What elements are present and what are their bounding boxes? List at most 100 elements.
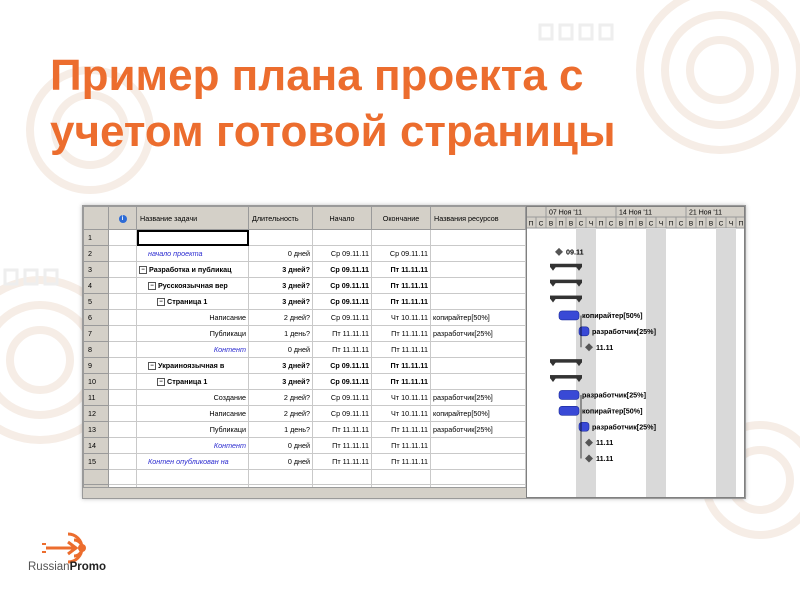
cell-finish[interactable]: Пт 11.11.11	[371, 341, 431, 358]
cell-name[interactable]: начало проекта	[136, 245, 249, 262]
cell-info[interactable]	[108, 389, 137, 406]
table-row[interactable]: 15 Контен опубликован на 0 дней Пт 11.11.11…	[83, 453, 526, 470]
cell-start[interactable]: Ср 09.11.11	[312, 373, 372, 390]
cell-resources[interactable]: копирайтер[50%]	[430, 405, 526, 422]
table-row[interactable]: 2 начало проекта 0 дней Ср 09.11.11 Ср 09.11…	[83, 245, 526, 262]
cell-finish[interactable]: Пт 11.11.11	[371, 277, 431, 294]
cell-resources[interactable]: разработчик[25%]	[430, 325, 526, 342]
cell-resources[interactable]	[430, 341, 526, 358]
cell-duration[interactable]: 3 дней?	[248, 277, 313, 294]
cell-id[interactable]: 1	[83, 229, 109, 246]
cell-id[interactable]: 13	[83, 421, 109, 438]
table-row[interactable]: 3− Разработка и публикац 3 дней? Ср 09.11.1…	[83, 261, 526, 278]
cell-duration[interactable]: 0 дней	[248, 245, 313, 262]
cell-duration[interactable]: 2 дней?	[248, 309, 313, 326]
cell-duration[interactable]: 0 дней	[248, 453, 313, 470]
cell-name[interactable]: − Страница 1	[136, 373, 249, 390]
cell-id[interactable]: 8	[83, 341, 109, 358]
cell-id[interactable]: 4	[83, 277, 109, 294]
cell-id[interactable]: 14	[83, 437, 109, 454]
cell-resources[interactable]	[430, 293, 526, 310]
table-row[interactable]: 14 Контент 0 дней Пт 11.11.11 Пт 11.11.11	[83, 437, 526, 454]
cell-duration[interactable]: 0 дней	[248, 437, 313, 454]
cell-id[interactable]: 6	[83, 309, 109, 326]
table-row[interactable]: 6 Написание 2 дней? Ср 09.11.11 Чт 10.11.11 к…	[83, 309, 526, 326]
cell-resources[interactable]	[430, 245, 526, 262]
table-row[interactable]: 1	[83, 229, 526, 246]
cell-info[interactable]	[108, 293, 137, 310]
cell-id[interactable]: 10	[83, 373, 109, 390]
cell-name[interactable]: − Русскоязычная вер	[136, 277, 249, 294]
cell-start[interactable]: Пт 11.11.11	[312, 325, 372, 342]
cell-finish[interactable]: Ср 09.11.11	[371, 245, 431, 262]
cell-start[interactable]: Пт 11.11.11	[312, 421, 372, 438]
cell-finish[interactable]: Пт 11.11.11	[371, 421, 431, 438]
cell-finish[interactable]: Пт 11.11.11	[371, 261, 431, 278]
table-row[interactable]: 12 Написание 2 дней? Ср 09.11.11 Чт 10.11.11…	[83, 405, 526, 422]
cell-resources[interactable]	[430, 373, 526, 390]
cell-info[interactable]	[108, 229, 137, 246]
cell-info[interactable]	[108, 405, 137, 422]
cell-id[interactable]: 12	[83, 405, 109, 422]
collapse-toggle-icon[interactable]: −	[148, 361, 156, 370]
cell-name[interactable]: Публикаци	[136, 325, 249, 342]
cell-duration[interactable]	[248, 229, 313, 246]
cell-name[interactable]: Публикаци	[136, 421, 249, 438]
cell-finish[interactable]: Пт 11.11.11	[371, 293, 431, 310]
cell-start[interactable]: Ср 09.11.11	[312, 277, 372, 294]
cell-resources[interactable]	[430, 437, 526, 454]
cell-start[interactable]: Ср 09.11.11	[312, 245, 372, 262]
collapse-toggle-icon[interactable]: −	[157, 297, 165, 306]
cell-info[interactable]	[108, 277, 137, 294]
cell-info[interactable]	[108, 357, 137, 374]
cell-id[interactable]: 2	[83, 245, 109, 262]
table-row[interactable]: 7 Публикаци 1 день? Пт 11.11.11 Пт 11.11.11 р…	[83, 325, 526, 342]
cell-resources[interactable]: копирайтер[50%]	[430, 309, 526, 326]
cell-start[interactable]: Пт 11.11.11	[312, 453, 372, 470]
col-header-resources[interactable]: Названия ресурсов	[430, 206, 526, 230]
cell-info[interactable]	[108, 341, 137, 358]
cell-start[interactable]	[312, 229, 372, 246]
cell-finish[interactable]: Чт 10.11.11	[371, 389, 431, 406]
col-header-duration[interactable]: Длительность	[248, 206, 313, 230]
cell-id[interactable]: 3	[83, 261, 109, 278]
table-row[interactable]: 13 Публикаци 1 день? Пт 11.11.11 Пт 11.11.11…	[83, 421, 526, 438]
cell-name[interactable]: Создание	[136, 389, 249, 406]
cell-finish[interactable]: Пт 11.11.11	[371, 373, 431, 390]
cell-duration[interactable]: 3 дней?	[248, 357, 313, 374]
cell-start[interactable]: Ср 09.11.11	[312, 357, 372, 374]
col-header-finish[interactable]: Окончание	[371, 206, 431, 230]
cell-finish[interactable]: Пт 11.11.11	[371, 325, 431, 342]
table-row[interactable]: 8 Контент 0 дней Пт 11.11.11 Пт 11.11.11	[83, 341, 526, 358]
cell-name[interactable]: − Разработка и публикац	[136, 261, 249, 278]
cell-id[interactable]: 7	[83, 325, 109, 342]
cell-finish[interactable]: Пт 11.11.11	[371, 437, 431, 454]
table-row[interactable]: 5 − Страница 13 дней? Ср 09.11.11 Пт 11.11.1…	[83, 293, 526, 310]
cell-start[interactable]: Пт 11.11.11	[312, 341, 372, 358]
cell-id[interactable]: 5	[83, 293, 109, 310]
cell-info[interactable]	[108, 245, 137, 262]
cell-name[interactable]: − Украиноязычная в	[136, 357, 249, 374]
cell-info[interactable]	[108, 453, 137, 470]
cell-finish[interactable]	[371, 229, 431, 246]
cell-start[interactable]: Ср 09.11.11	[312, 389, 372, 406]
cell-info[interactable]	[108, 325, 137, 342]
cell-resources[interactable]	[430, 261, 526, 278]
cell-id[interactable]: 11	[83, 389, 109, 406]
cell-resources[interactable]	[430, 357, 526, 374]
cell-name[interactable]: Контент	[136, 437, 249, 454]
cell-finish[interactable]: Чт 10.11.11	[371, 405, 431, 422]
cell-name[interactable]: − Страница 1	[136, 293, 249, 310]
cell-info[interactable]	[108, 309, 137, 326]
cell-name[interactable]: Контен опубликован на	[136, 453, 249, 470]
cell-info[interactable]	[108, 373, 137, 390]
cell-start[interactable]: Ср 09.11.11	[312, 309, 372, 326]
col-header-info[interactable]: i	[108, 206, 137, 230]
cell-info[interactable]	[108, 261, 137, 278]
cell-duration[interactable]: 1 день?	[248, 325, 313, 342]
col-header-id[interactable]	[83, 206, 109, 230]
cell-duration[interactable]: 3 дней?	[248, 293, 313, 310]
cell-resources[interactable]	[430, 277, 526, 294]
cell-duration[interactable]: 3 дней?	[248, 373, 313, 390]
cell-start[interactable]: Ср 09.11.11	[312, 293, 372, 310]
